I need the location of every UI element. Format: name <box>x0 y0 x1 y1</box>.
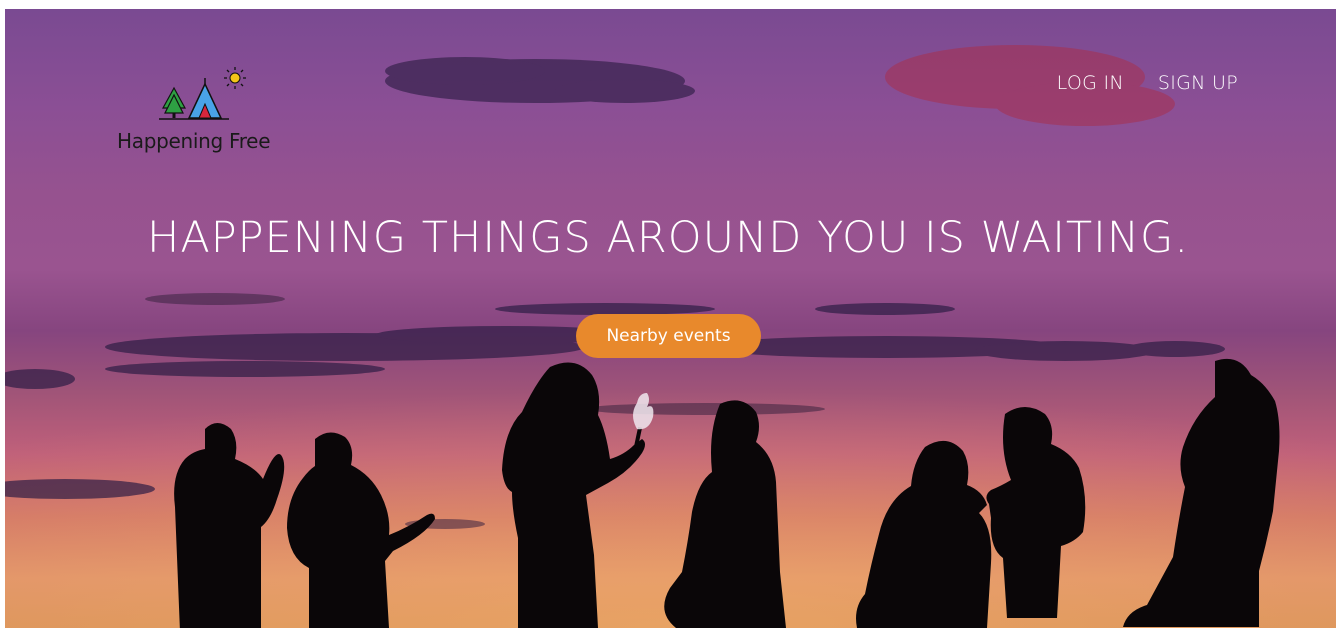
nearby-events-button[interactable]: Nearby events <box>576 314 761 358</box>
tent-icon <box>187 78 223 119</box>
top-nav: LOG IN SIGN UP <box>1057 72 1238 94</box>
logo-graphic <box>159 67 246 120</box>
hero-headline: HAPPENING THINGS AROUND YOU IS WAITING. <box>147 213 1189 263</box>
login-link[interactable]: LOG IN <box>1057 72 1124 94</box>
brand-name: Happening Free <box>117 129 271 153</box>
sun-icon <box>224 67 246 89</box>
signup-link[interactable]: SIGN UP <box>1158 72 1238 94</box>
tree-icon <box>161 86 187 118</box>
brand-logo[interactable]: Happening Free <box>117 67 277 163</box>
